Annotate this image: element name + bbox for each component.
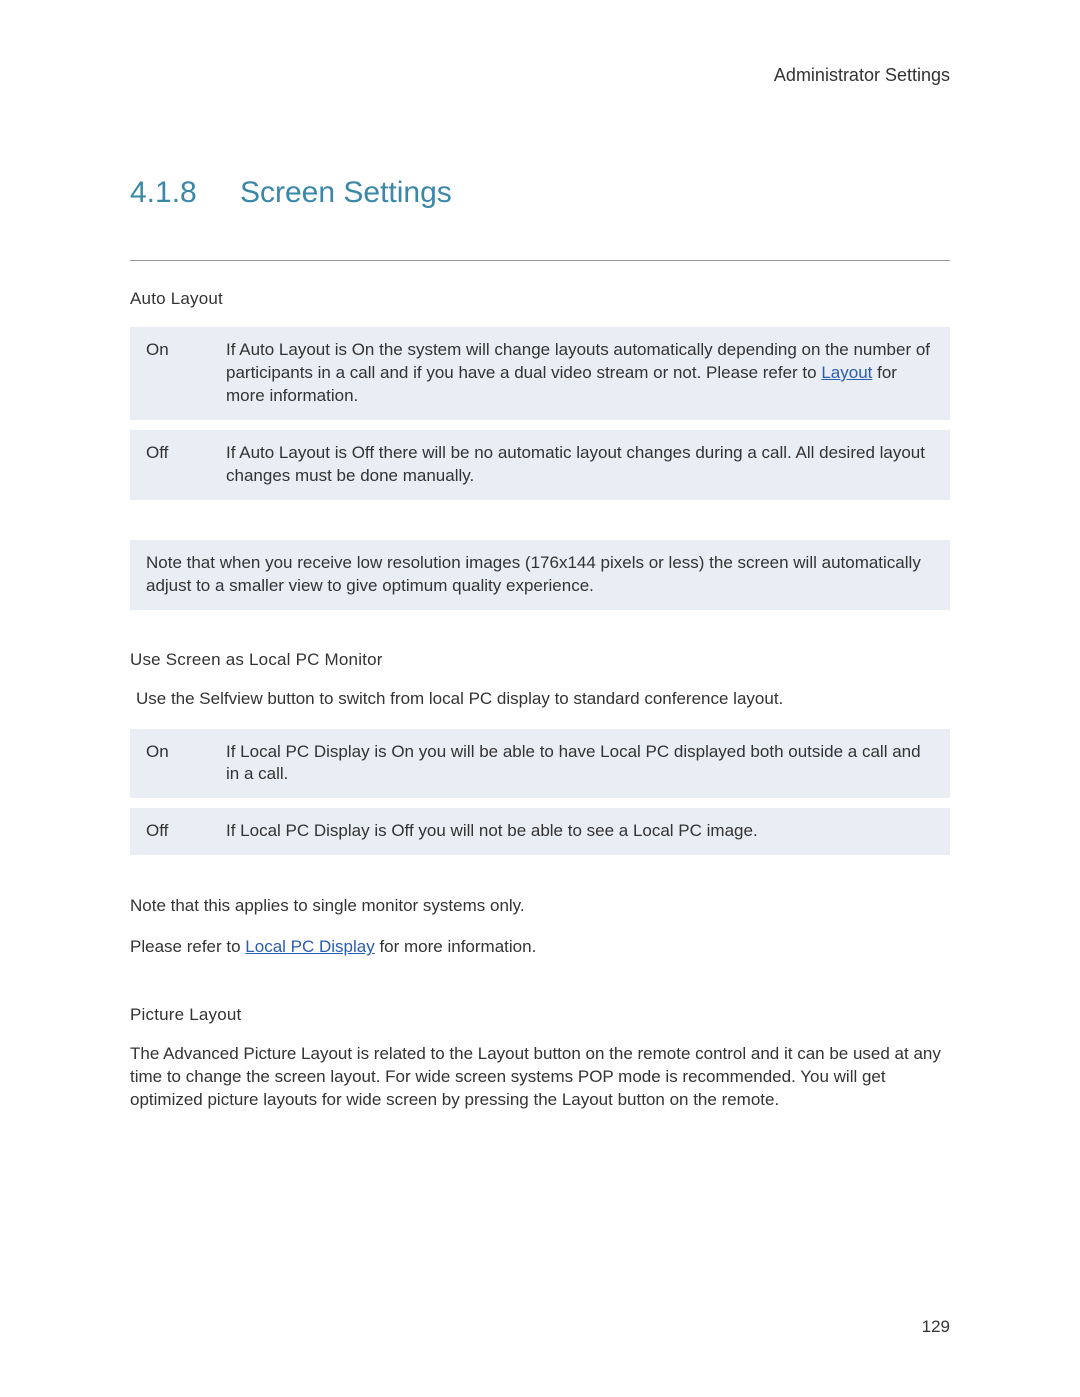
local-pc-on-desc: If Local PC Display is On you will be ab… [210,729,950,804]
auto-layout-note: Note that when you receive low resolutio… [130,540,950,610]
local-pc-on-key: On [130,729,210,804]
auto-layout-off-desc: If Auto Layout is Off there will be no a… [210,425,950,500]
local-pc-note2: Please refer to Local PC Display for mor… [130,936,950,959]
local-pc-note2-after: for more information. [375,937,537,956]
picture-layout-heading: Picture Layout [130,1005,950,1025]
table-row: On If Local PC Display is On you will be… [130,729,950,804]
section-title: Screen Settings [240,176,452,210]
local-pc-off-desc: If Local PC Display is Off you will not … [210,803,950,855]
page-number: 129 [922,1317,950,1337]
auto-layout-off-key: Off [130,425,210,500]
local-pc-intro: Use the Selfview button to switch from l… [130,688,950,711]
table-row: On If Auto Layout is On the system will … [130,327,950,425]
picture-layout-body: The Advanced Picture Layout is related t… [130,1043,950,1112]
local-pc-heading: Use Screen as Local PC Monitor [130,650,950,670]
table-row: Off If Local PC Display is Off you will … [130,803,950,855]
divider [130,260,950,261]
local-pc-display-link[interactable]: Local PC Display [245,937,374,956]
layout-link[interactable]: Layout [821,363,872,382]
table-row: Off If Auto Layout is Off there will be … [130,425,950,500]
local-pc-off-key: Off [130,803,210,855]
auto-layout-on-desc: If Auto Layout is On the system will cha… [210,327,950,425]
section-number: 4.1.8 [130,176,240,210]
local-pc-note1: Note that this applies to single monitor… [130,895,950,918]
local-pc-note2-before: Please refer to [130,937,245,956]
local-pc-table: On If Local PC Display is On you will be… [130,729,950,856]
auto-layout-on-key: On [130,327,210,425]
section-heading: 4.1.8 Screen Settings [130,176,950,210]
page: Administrator Settings 4.1.8 Screen Sett… [0,0,1080,1397]
breadcrumb: Administrator Settings [130,65,950,86]
auto-layout-heading: Auto Layout [130,289,950,309]
auto-layout-table: On If Auto Layout is On the system will … [130,327,950,500]
